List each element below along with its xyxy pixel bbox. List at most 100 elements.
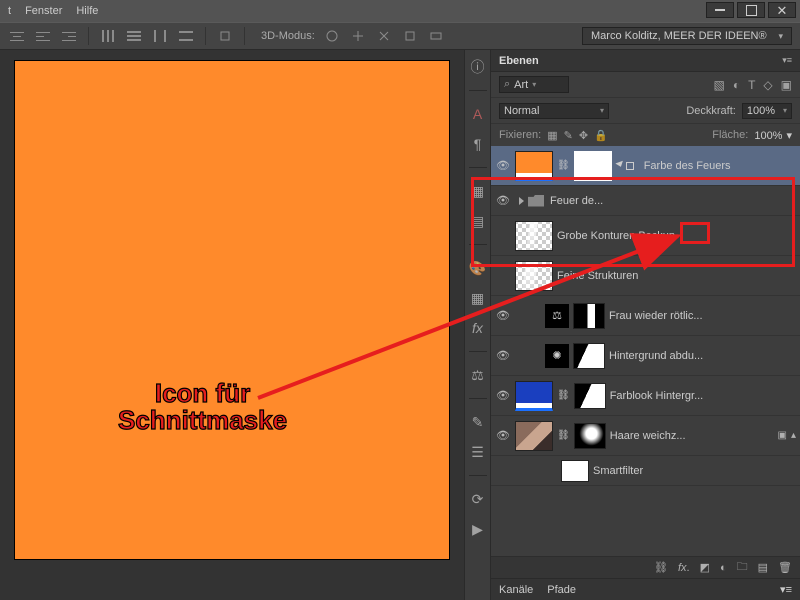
layers-panel: Ebenen ▾≡ ⌕ Art ▾ ▧ ◐ T ◇ ▣ Normal▾ Deck… [490,50,800,600]
layer-name[interactable]: Haare weichz... [610,430,778,442]
lock-all-icon[interactable]: 🔒 [594,129,608,142]
filter-mask-thumbnail[interactable] [561,460,589,482]
expand-icon[interactable]: ▴ [791,430,796,441]
layer-row[interactable]: Grobe Konturen Backup [491,216,800,256]
panel-icon[interactable]: ▤ [469,212,487,230]
layer-name[interactable]: Feuer de... [550,195,796,207]
info-panel-icon[interactable]: ⓘ [469,58,487,76]
layer-name[interactable]: Hintergrund abdu... [609,350,796,362]
align-icon[interactable] [34,28,52,44]
distribute-icon[interactable] [125,28,143,44]
layer-name[interactable]: Grobe Konturen Backup [557,230,796,242]
layer-row[interactable]: 👁 ✺ Hintergrund abdu... [491,336,800,376]
paragraph-panel-icon[interactable]: ¶ [469,135,487,153]
delete-icon[interactable]: 🗑 [778,561,792,574]
layer-thumbnail[interactable] [515,421,553,451]
visibility-toggle[interactable]: 👁 [491,194,515,207]
menu-help[interactable]: Hilfe [76,5,98,17]
fx-icon[interactable]: fx. [678,562,690,574]
folder-icon [528,195,544,207]
layer-name[interactable]: Frau wieder rötlic... [609,310,796,322]
window-close[interactable]: ✕ [768,2,796,18]
layer-row[interactable]: Feine Strukturen [491,256,800,296]
adjustment-thumbnail[interactable]: ⚖ [545,304,569,328]
panel-icon[interactable]: ☰ [469,443,487,461]
window-maximize[interactable] [737,2,765,18]
panel-icon[interactable]: ▦ [469,182,487,200]
filter-smart-icon[interactable]: ▣ [781,78,792,92]
color-panel-icon[interactable]: 🎨 [469,259,487,277]
filter-adjust-icon[interactable]: ◐ [733,78,740,92]
layer-kind-filter[interactable]: ⌕ Art ▾ [499,76,569,93]
channels-tab[interactable]: Kanäle [499,584,533,596]
layer-name[interactable]: Farbe des Feuers [638,160,796,172]
mask-thumbnail[interactable] [574,383,606,409]
align-icon[interactable] [60,28,78,44]
expand-icon[interactable] [519,197,524,205]
actions-panel-icon[interactable]: ▶ [469,520,487,538]
opacity-input[interactable]: 100%▾ [742,103,792,119]
new-layer-icon[interactable]: ▤ [758,561,768,574]
layer-thumbnail[interactable] [515,381,553,411]
layer-name[interactable]: Farblook Hintergr... [610,390,796,402]
group-icon[interactable]: 🗀 [737,558,748,577]
layer-row[interactable]: 👁 ⛓ Haare weichz... ▣▴ [491,416,800,456]
fill-input[interactable]: 100%▾ [754,129,792,142]
visibility-toggle[interactable]: 👁 [491,429,515,442]
menu-window[interactable]: t [8,5,11,17]
visibility-toggle[interactable]: 👁 [491,159,515,172]
adjustments-panel-icon[interactable]: ⚖ [469,366,487,384]
character-panel-icon[interactable]: A [469,105,487,123]
styles-panel-icon[interactable]: fx [469,319,487,337]
layer-row[interactable]: 👁 ⛓ Farbe des Feuers [491,146,800,186]
panel-flyout-icon[interactable]: ▾≡ [780,583,792,596]
layer-row[interactable]: 👁 ⛓ Farblook Hintergr... [491,376,800,416]
layer-name[interactable]: Feine Strukturen [557,270,796,282]
window-minimize[interactable] [706,2,734,18]
canvas[interactable] [14,60,450,560]
brush-panel-icon[interactable]: ✎ [469,413,487,431]
mode3d-icon[interactable] [349,28,367,44]
layer-row[interactable]: 👁 ⚖ Frau wieder rötlic... [491,296,800,336]
distribute-icon[interactable] [151,28,169,44]
workspace-selector[interactable]: Marco Kolditz, MEER DER IDEEN® ▾ [582,27,792,45]
layers-tab[interactable]: Ebenen [499,55,539,67]
visibility-toggle[interactable]: 👁 [491,309,515,322]
adjustment-icon[interactable]: ◐ [720,562,727,574]
distribute-icon[interactable] [177,28,195,44]
paths-tab[interactable]: Pfade [547,584,576,596]
filter-type-icon[interactable]: T [748,78,755,92]
visibility-toggle[interactable]: 👁 [491,349,515,362]
align-icon[interactable] [8,28,26,44]
smartfilter-row[interactable]: Smartfilter [491,456,800,486]
filter-pixel-icon[interactable]: ▧ [713,78,724,92]
swatches-panel-icon[interactable]: ▦ [469,289,487,307]
visibility-toggle[interactable]: 👁 [491,389,515,402]
link-layers-icon[interactable]: ⛓ [654,561,668,574]
blend-mode-select[interactable]: Normal▾ [499,103,609,119]
mode3d-icon[interactable] [375,28,393,44]
layer-thumbnail[interactable] [515,221,553,251]
distribute-icon[interactable] [216,28,234,44]
link-icon: ⛓ [557,160,570,171]
mask-thumbnail[interactable] [573,343,605,369]
panel-flyout-icon[interactable]: ▾≡ [782,55,792,66]
history-panel-icon[interactable]: ⟳ [469,490,487,508]
mask-thumbnail[interactable] [574,151,612,181]
mask-thumbnail[interactable] [573,303,605,329]
mode3d-icon[interactable] [401,28,419,44]
lock-pixels-icon[interactable]: ✎ [564,129,573,142]
filter-shape-icon[interactable]: ◇ [763,78,772,92]
mask-thumbnail[interactable] [574,423,606,449]
mode3d-icon[interactable] [323,28,341,44]
layer-thumbnail[interactable] [515,261,553,291]
mask-icon[interactable]: ◩ [700,561,710,574]
lock-trans-icon[interactable]: ▦ [547,129,557,142]
menu-window[interactable]: Fenster [25,5,62,17]
layer-thumbnail[interactable] [515,151,553,181]
adjustment-thumbnail[interactable]: ✺ [545,344,569,368]
distribute-icon[interactable] [99,28,117,44]
lock-pos-icon[interactable]: ✥ [579,129,588,142]
mode3d-icon[interactable] [427,28,445,44]
layer-row[interactable]: 👁 Feuer de... [491,186,800,216]
